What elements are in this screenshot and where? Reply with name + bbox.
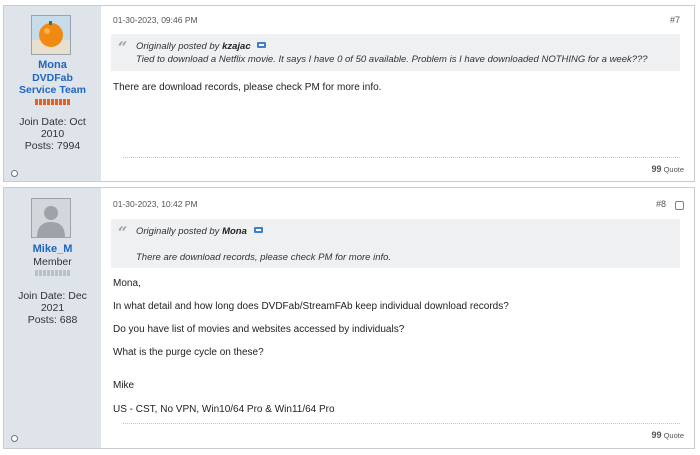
- user-sidebar: Mona DVDFab Service Team Join Date: Oct …: [4, 6, 101, 181]
- quote-button-label: Quote: [663, 165, 684, 174]
- post-count: Posts: 7994: [24, 140, 81, 152]
- post-date: 01-30-2023, 10:42 PM: [113, 199, 198, 209]
- join-date-year: 2021: [40, 302, 65, 314]
- forum-post: Mona DVDFab Service Team Join Date: Oct …: [3, 5, 695, 182]
- post-count: Posts: 688: [27, 314, 78, 326]
- forum-post: Mike_M Member Join Date: Dec 2021 Posts:…: [3, 187, 695, 449]
- post-date: 01-30-2023, 09:46 PM: [113, 15, 198, 25]
- quote-header: Originally posted by kzajac: [136, 41, 267, 52]
- reputation-bar: [35, 99, 71, 105]
- user-title-line: Service Team: [19, 84, 86, 96]
- join-date: Join Date: Dec: [18, 290, 87, 302]
- post-body-text: In what detail and how long does DVDFab/…: [113, 301, 509, 312]
- quote-prefix: Originally posted by: [136, 226, 220, 237]
- post-body-text: There are download records, please check…: [113, 82, 382, 93]
- join-date-year: 2010: [40, 128, 65, 140]
- online-status-icon: [11, 435, 18, 442]
- post-number-link[interactable]: #7: [670, 15, 680, 25]
- post-body-text: Mona,: [113, 278, 141, 289]
- user-sidebar: Mike_M Member Join Date: Dec 2021 Posts:…: [4, 188, 101, 448]
- username-link[interactable]: Mona: [4, 59, 101, 71]
- quote-prefix: Originally posted by: [136, 41, 220, 52]
- quote-icon: 99: [651, 430, 662, 440]
- user-avatar[interactable]: [31, 15, 71, 55]
- post-content: 01-30-2023, 10:42 PM #8 “ Originally pos…: [101, 188, 694, 448]
- post-body-text: What is the purge cycle on these?: [113, 347, 264, 358]
- quote-header: Originally posted by Mona: [136, 226, 263, 237]
- join-date: Join Date: Oct: [19, 116, 86, 128]
- quote-button-label: Quote: [663, 431, 684, 440]
- quote-text: Tied to download a Netflix movie. It say…: [136, 54, 648, 65]
- view-post-icon[interactable]: [253, 227, 263, 233]
- quote-button[interactable]: 99 Quote: [652, 430, 684, 440]
- quote-icon: 99: [651, 164, 662, 174]
- quote-mark-icon: “: [118, 38, 128, 57]
- reputation-bar: [35, 270, 71, 276]
- post-footer-divider: [123, 423, 680, 424]
- quote-block: “ Originally posted by Mona There are do…: [111, 219, 680, 268]
- post-content: 01-30-2023, 09:46 PM #7 “ Originally pos…: [101, 6, 694, 181]
- user-title-line: Member: [33, 256, 72, 268]
- user-title-line: DVDFab: [32, 72, 73, 84]
- multi-quote-checkbox[interactable]: [675, 201, 684, 210]
- quote-author: Mona: [222, 226, 247, 237]
- user-avatar[interactable]: [31, 198, 71, 238]
- username-link[interactable]: Mike_M: [4, 243, 101, 255]
- view-post-icon[interactable]: [257, 42, 267, 48]
- quote-mark-icon: “: [118, 223, 128, 242]
- quote-author: kzajac: [222, 41, 251, 52]
- signature-name: Mike: [113, 380, 135, 391]
- post-footer-divider: [123, 157, 680, 158]
- post-body-text: Do you have list of movies and websites …: [113, 324, 405, 335]
- post-number-link[interactable]: #8: [656, 199, 666, 209]
- signature-text: US - CST, No VPN, Win10/64 Pro & Win11/6…: [113, 404, 335, 415]
- quote-block: “ Originally posted by kzajac Tied to do…: [111, 34, 680, 71]
- online-status-icon: [11, 170, 18, 177]
- quote-button[interactable]: 99 Quote: [652, 164, 684, 174]
- quote-text: There are download records, please check…: [136, 252, 392, 263]
